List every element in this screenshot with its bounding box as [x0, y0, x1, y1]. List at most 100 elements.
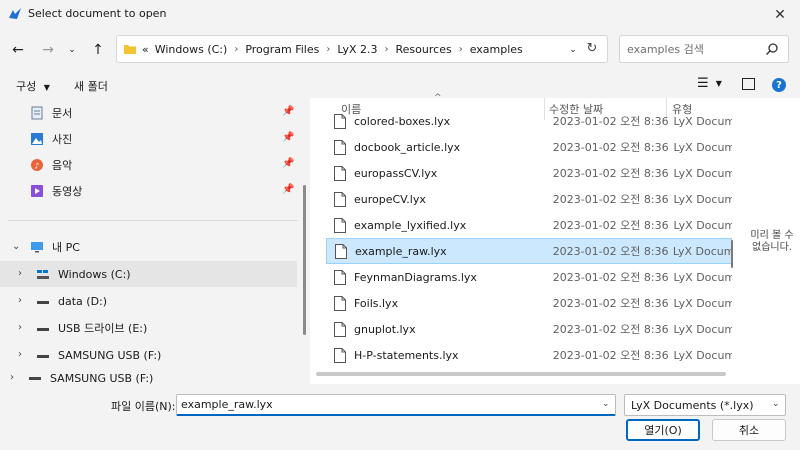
drive-icon	[37, 301, 49, 304]
chevron-right-icon[interactable]: ›	[18, 295, 22, 306]
sidebar-item-samsung-usb-f[interactable]: › SAMSUNG USB (F:)	[0, 342, 300, 368]
recent-locations-button[interactable]: ⌄	[64, 38, 80, 62]
refresh-button[interactable]: ↻	[582, 38, 602, 58]
sidebar-item-documents[interactable]: 문서 📌	[0, 100, 300, 126]
breadcrumb-overflow[interactable]: «	[142, 43, 149, 56]
close-button[interactable]: ✕	[760, 0, 800, 30]
sidebar-scrollbar[interactable]	[303, 185, 306, 335]
chevron-right-icon[interactable]: ›	[18, 268, 22, 279]
sidebar-item-label: 문서	[52, 107, 73, 120]
cancel-button[interactable]: 취소	[712, 419, 786, 441]
chevron-down-icon[interactable]: ⌄	[12, 241, 20, 252]
filename-dropdown-icon[interactable]: ⌄	[602, 399, 610, 409]
window-title: Select document to open	[28, 7, 167, 20]
file-type: LyX Docum	[673, 218, 732, 232]
file-list: colored-boxes.lyx 2023-01-02 오전 8:36 LyX D…	[326, 114, 732, 370]
sidebar-item-videos[interactable]: 동영상 📌	[0, 178, 300, 204]
back-button[interactable]: ←	[8, 38, 28, 62]
breadcrumb-program-files[interactable]: Program Files	[245, 43, 319, 56]
chevron-right-icon[interactable]: ›	[18, 349, 22, 360]
pin-icon[interactable]: 📌	[282, 184, 294, 196]
sidebar-item-label: 사진	[52, 133, 73, 146]
breadcrumb-examples[interactable]: examples	[470, 43, 523, 56]
sidebar-divider	[8, 220, 298, 221]
computer-icon	[31, 242, 43, 253]
sidebar-item-label: 동영상	[52, 185, 83, 198]
file-row[interactable]: example_lyxified.lyx 2023-01-02 오전 8:36 Ly…	[326, 212, 732, 238]
file-icon	[335, 243, 347, 259]
address-bar[interactable]: « Windows (C:) › Program Files › LyX 2.3…	[116, 35, 608, 63]
file-date: 2023-01-02 오전 8:36	[552, 219, 669, 232]
new-folder-button[interactable]: 새 폴더	[74, 78, 108, 94]
help-button[interactable]: ?	[772, 78, 786, 92]
file-row[interactable]: Foils.lyx 2023-01-02 오전 8:36 LyX Docum	[326, 290, 732, 316]
file-row[interactable]: docbook_article.lyx 2023-01-02 오전 8:36 LyX…	[326, 134, 732, 160]
search-icon[interactable]	[764, 41, 780, 57]
file-type: LyX Docum	[673, 322, 732, 336]
pictures-icon	[31, 133, 43, 145]
chevron-right-icon[interactable]: ›	[10, 372, 14, 383]
sidebar-item-label: Windows (C:)	[58, 267, 131, 281]
pin-icon[interactable]: 📌	[282, 106, 294, 118]
breadcrumb-resources[interactable]: Resources	[396, 43, 452, 56]
file-name: europassCV.lyx	[354, 166, 438, 180]
sidebar-item-samsung-usb-f-2[interactable]: › SAMSUNG USB (F:)	[0, 370, 300, 384]
file-list-scrollbar[interactable]	[731, 240, 733, 268]
file-name: docbook_article.lyx	[354, 140, 461, 154]
file-date: 2023-01-02 오전 8:36	[552, 167, 669, 180]
file-date: 2023-01-02 오전 8:36	[552, 323, 669, 336]
lyx-app-icon	[9, 8, 21, 19]
sidebar-item-this-pc[interactable]: ⌄ 내 PC	[0, 234, 300, 260]
help-icon: ?	[776, 79, 782, 91]
sidebar-item-usb-e[interactable]: › USB 드라이브 (E:)	[0, 315, 300, 341]
file-row[interactable]: colored-boxes.lyx 2023-01-02 오전 8:36 LyX D…	[326, 114, 732, 134]
chevron-down-icon: ⌄	[569, 45, 577, 55]
breadcrumb-lyx[interactable]: LyX 2.3	[337, 43, 377, 56]
open-button[interactable]: 열기(O)	[626, 419, 700, 441]
organize-button[interactable]: 구성 ▼	[16, 78, 50, 94]
file-row[interactable]: europeCV.lyx 2023-01-02 오전 8:36 LyX Docum	[326, 186, 732, 212]
file-row[interactable]: H-P-statements.lyx 2023-01-02 오전 8:36 LyX …	[326, 342, 732, 368]
sidebar-item-data-d[interactable]: › data (D:)	[0, 288, 300, 314]
filename-input[interactable]: example_raw.lyx	[176, 394, 616, 416]
sidebar-item-pictures[interactable]: 사진 📌	[0, 126, 300, 152]
arrow-left-icon: ←	[12, 42, 24, 58]
usb-drive-icon	[37, 328, 49, 331]
file-type-select[interactable]: LyX Documents (*.lyx)	[624, 394, 786, 416]
file-type-dropdown-icon[interactable]: ⌄	[772, 399, 780, 409]
file-row[interactable]: FeynmanDiagrams.lyx 2023-01-02 오전 8:36 LyX…	[326, 264, 732, 290]
file-type: LyX Docum	[673, 296, 732, 310]
file-type: LyX Docum	[673, 140, 732, 154]
sidebar-item-music[interactable]: ♪ 음악 📌	[0, 152, 300, 178]
address-dropdown-button[interactable]: ⌄	[566, 38, 580, 62]
file-row[interactable]: europassCV.lyx 2023-01-02 오전 8:36 LyX Docu…	[326, 160, 732, 186]
file-icon	[334, 114, 346, 129]
view-options-button[interactable]: ☰ ▼	[697, 76, 722, 91]
file-row[interactable]: gnuplot.lyx 2023-01-02 오전 8:36 LyX Docum	[326, 316, 732, 342]
breadcrumb-windows-c[interactable]: Windows (C:)	[155, 43, 228, 56]
file-type: LyX Docum	[673, 114, 732, 128]
file-name: colored-boxes.lyx	[354, 114, 451, 128]
file-icon	[334, 295, 346, 311]
preview-pane-button[interactable]	[742, 78, 755, 90]
file-name: H-P-statements.lyx	[354, 348, 459, 362]
file-type: LyX Docum	[672, 244, 731, 258]
pin-icon[interactable]: 📌	[282, 132, 294, 144]
horizontal-scrollbar[interactable]	[316, 372, 726, 376]
up-button[interactable]: ↑	[88, 38, 108, 62]
file-name: gnuplot.lyx	[354, 322, 416, 336]
forward-button[interactable]: →	[38, 38, 58, 62]
sidebar-item-windows-c[interactable]: › Windows (C:)	[0, 261, 297, 287]
refresh-icon: ↻	[586, 40, 598, 56]
file-date: 2023-01-02 오전 8:36	[552, 297, 669, 310]
sidebar-item-label: 음악	[52, 159, 73, 172]
pin-icon[interactable]: 📌	[282, 158, 294, 170]
file-icon	[334, 321, 346, 337]
preview-message: 미리 볼 수 없습니다.	[744, 230, 800, 254]
chevron-right-icon[interactable]: ›	[18, 322, 22, 333]
file-date: 2023-01-02 오전 8:36	[552, 193, 669, 206]
usb-drive-icon	[37, 355, 49, 358]
file-type: LyX Docum	[673, 348, 732, 362]
file-row[interactable]: example_raw.lyx 2023-01-02 오전 8:36 LyX Doc…	[326, 238, 732, 264]
file-date: 2023-01-02 오전 8:36	[552, 349, 669, 362]
